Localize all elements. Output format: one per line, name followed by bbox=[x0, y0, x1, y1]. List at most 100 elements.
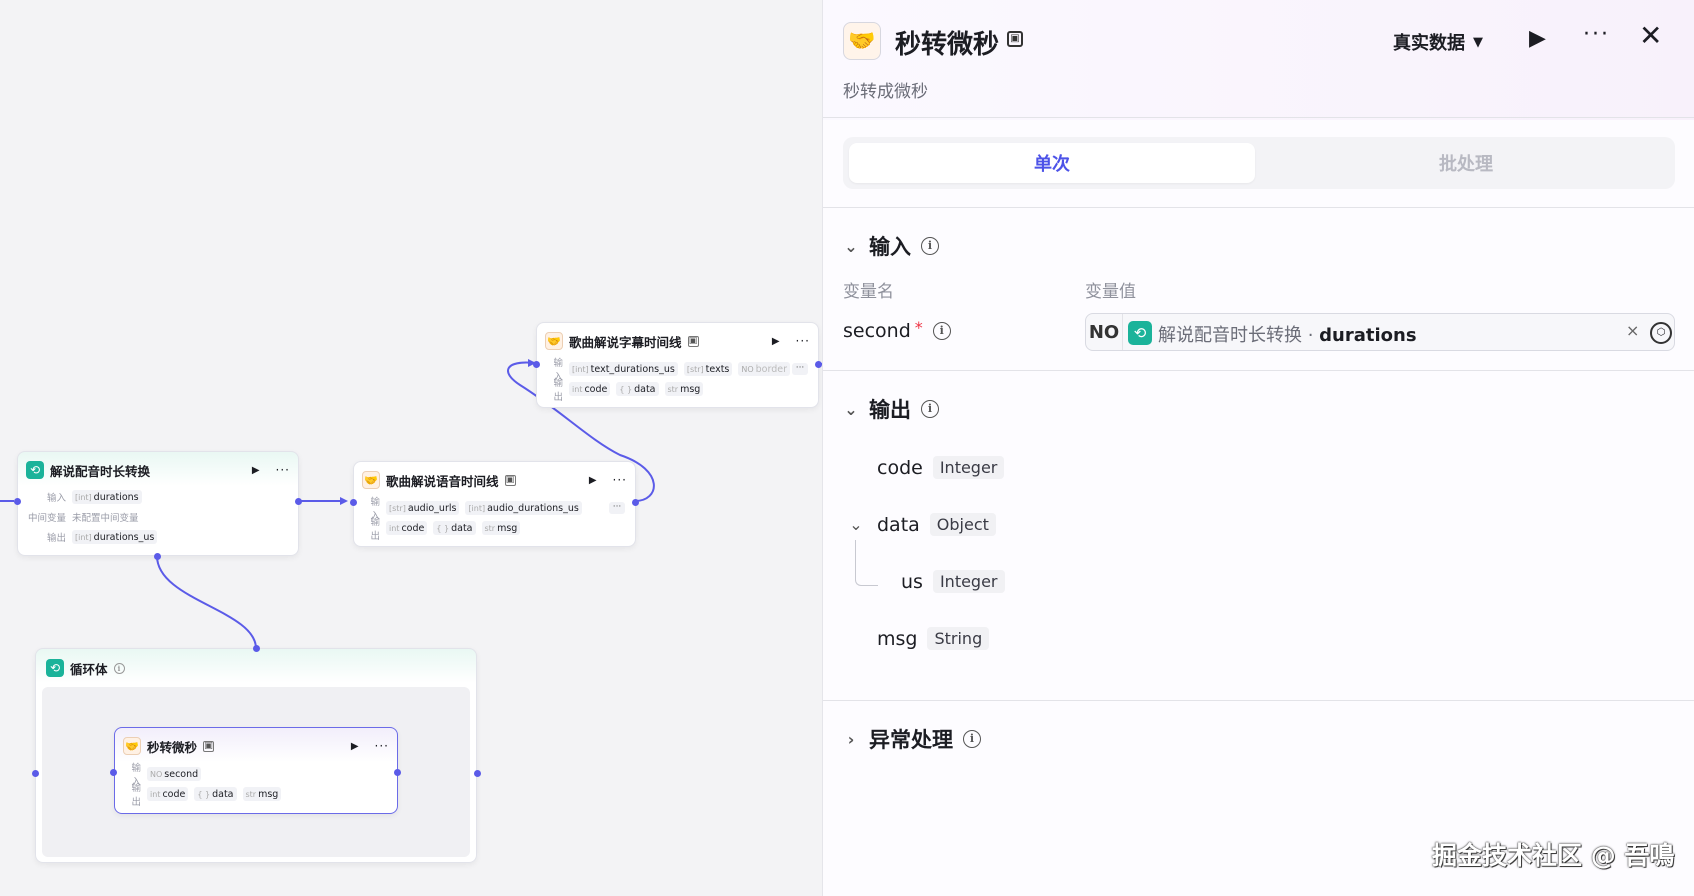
chevron-right-icon: › bbox=[847, 729, 855, 749]
node-subtitle-timeline[interactable]: 🤝 歌曲解说字幕时间线 ▣ ▶ ··· 输入 [int] text_duratio… bbox=[533, 322, 822, 408]
node-title: 解说配音时长转换 bbox=[50, 463, 151, 479]
input-port[interactable] bbox=[14, 498, 21, 505]
more-inputs-button[interactable]: ··· bbox=[609, 502, 625, 514]
info-icon[interactable]: i bbox=[921, 237, 939, 255]
close-icon[interactable]: ✕ bbox=[1639, 22, 1662, 50]
left-port[interactable] bbox=[32, 770, 39, 777]
top-port[interactable] bbox=[253, 645, 260, 652]
database-icon: ▣ bbox=[687, 335, 699, 347]
node-title: 歌曲解说字幕时间线 bbox=[569, 334, 682, 350]
input-port[interactable] bbox=[533, 361, 540, 368]
settings-icon[interactable]: ⬡ bbox=[1650, 322, 1672, 344]
input-section-header[interactable]: ⌄ 输入 i bbox=[843, 231, 939, 261]
node-more-icon[interactable]: ··· bbox=[375, 739, 389, 753]
column-header-name: 变量名 bbox=[843, 282, 894, 302]
type-tag: String bbox=[927, 627, 990, 650]
output-field: msg String bbox=[877, 627, 990, 650]
tab-single[interactable]: 单次 bbox=[849, 143, 1255, 183]
chevron-down-icon[interactable]: ⌄ bbox=[845, 515, 867, 534]
output-port[interactable] bbox=[632, 499, 639, 506]
input-port[interactable] bbox=[350, 499, 357, 506]
divider bbox=[823, 207, 1694, 208]
type-tag: Object bbox=[929, 513, 996, 536]
watermark: 掘金技术社区 @ 吾鳴 bbox=[1432, 841, 1675, 870]
run-node-icon[interactable]: ▶ bbox=[351, 741, 359, 752]
workflow-canvas[interactable]: ⟲ 解说配音时长转换 ▶ ··· 输入 [int] durations 中间变量 … bbox=[0, 0, 822, 896]
row-label: 输入 bbox=[46, 493, 66, 504]
var-tag: NO second bbox=[147, 767, 202, 781]
node-sec-to-us[interactable]: 🤝 秒转微秒 ▣ ▶ ··· 输入 NO second 输出 int code { … bbox=[110, 727, 401, 814]
clear-icon[interactable]: × bbox=[1626, 321, 1639, 340]
run-icon[interactable]: ▶ bbox=[1529, 26, 1546, 51]
var-tag: [str] audio_urls bbox=[386, 501, 460, 515]
run-node-icon[interactable]: ▶ bbox=[252, 465, 260, 476]
info-icon[interactable]: i bbox=[921, 400, 939, 418]
node-voice-timeline[interactable]: 🤝 歌曲解说语音时间线 ▣ ▶ ··· 输入 [str] audio_urls [… bbox=[350, 461, 639, 547]
output-port[interactable] bbox=[394, 769, 401, 776]
divider bbox=[823, 700, 1694, 701]
var-tag: int code bbox=[386, 521, 428, 535]
handshake-icon: 🤝 bbox=[362, 471, 380, 489]
param-value-field[interactable]: NO ⟲ 解说配音时长转换 · durations × ⬡ bbox=[1085, 313, 1675, 351]
output-field: code Integer bbox=[877, 456, 1005, 479]
column-header-value: 变量值 bbox=[1085, 282, 1136, 302]
row-label: 输出 bbox=[553, 378, 563, 403]
mode-tabs: 单次 批处理 bbox=[843, 137, 1675, 189]
section-title: 输出 bbox=[869, 398, 911, 422]
var-tag: { } data bbox=[194, 787, 237, 801]
var-tag: str msg bbox=[242, 787, 282, 801]
tab-batch[interactable]: 批处理 bbox=[1263, 143, 1669, 183]
info-icon[interactable]: i bbox=[963, 730, 981, 748]
panel-title: 秒转微秒 bbox=[895, 30, 1000, 60]
run-node-icon[interactable]: ▶ bbox=[589, 475, 597, 486]
right-port[interactable] bbox=[474, 770, 481, 777]
divider bbox=[823, 370, 1694, 371]
error-section-header[interactable]: › 异常处理 i bbox=[843, 724, 981, 754]
type-tag: Integer bbox=[932, 456, 1005, 479]
loop-icon: ⟲ bbox=[46, 659, 64, 677]
required-mark: * bbox=[914, 317, 923, 337]
node-more-icon[interactable]: ··· bbox=[613, 473, 627, 487]
field-name: data bbox=[877, 513, 920, 536]
more-inputs-button[interactable]: ··· bbox=[792, 363, 808, 375]
node-title: 秒转微秒 bbox=[147, 739, 198, 755]
tree-connector bbox=[855, 540, 878, 586]
run-node-icon[interactable]: ▶ bbox=[772, 336, 780, 347]
node-more-icon[interactable]: ··· bbox=[796, 334, 810, 348]
var-tag: [str] texts bbox=[683, 362, 733, 376]
database-icon: ▣ bbox=[504, 474, 516, 486]
type-tag: Integer bbox=[932, 570, 1005, 593]
edge-loop-to-body bbox=[156, 555, 257, 649]
handshake-icon: 🤝 bbox=[545, 332, 563, 350]
caret-down-icon: ▼ bbox=[1473, 34, 1483, 50]
var-tag: int code bbox=[147, 787, 189, 801]
output-port[interactable] bbox=[295, 498, 302, 505]
handshake-icon: 🤝 bbox=[843, 22, 881, 60]
node-title: 歌曲解说语音时间线 bbox=[386, 473, 499, 489]
row-label: 中间变量 bbox=[27, 513, 66, 524]
row-label: 输出 bbox=[46, 533, 66, 544]
var-tag: [int] durations bbox=[72, 490, 142, 504]
node-loop-convert[interactable]: ⟲ 解说配音时长转换 ▶ ··· 输入 [int] durations 中间变量 … bbox=[14, 451, 302, 560]
chevron-down-icon: ⌄ bbox=[844, 236, 858, 256]
number-type-icon[interactable]: NO bbox=[1086, 314, 1123, 350]
node-more-icon[interactable]: ··· bbox=[276, 463, 290, 477]
variable-reference: 解说配音时长转换 · durations bbox=[1158, 325, 1417, 346]
panel-description: 秒转成微秒 bbox=[843, 82, 928, 102]
field-name: msg bbox=[877, 627, 918, 650]
output-port[interactable] bbox=[815, 361, 822, 368]
var-tag: str msg bbox=[664, 382, 704, 396]
row-label: 输出 bbox=[131, 783, 141, 808]
input-port[interactable] bbox=[110, 769, 117, 776]
more-icon[interactable]: ··· bbox=[1583, 22, 1610, 47]
bottom-port[interactable] bbox=[154, 553, 161, 560]
data-source-label: 真实数据 bbox=[1393, 33, 1465, 54]
row-label: 输出 bbox=[370, 517, 380, 542]
section-title: 输入 bbox=[869, 235, 911, 259]
info-icon[interactable]: i bbox=[932, 322, 951, 340]
output-section-header[interactable]: ⌄ 输出 i bbox=[843, 394, 939, 424]
data-source-dropdown[interactable]: 真实数据 ▼ bbox=[1393, 29, 1483, 55]
info-icon[interactable]: i bbox=[113, 662, 125, 674]
field-name: us bbox=[901, 570, 923, 593]
var-tag: { } data bbox=[616, 382, 659, 396]
